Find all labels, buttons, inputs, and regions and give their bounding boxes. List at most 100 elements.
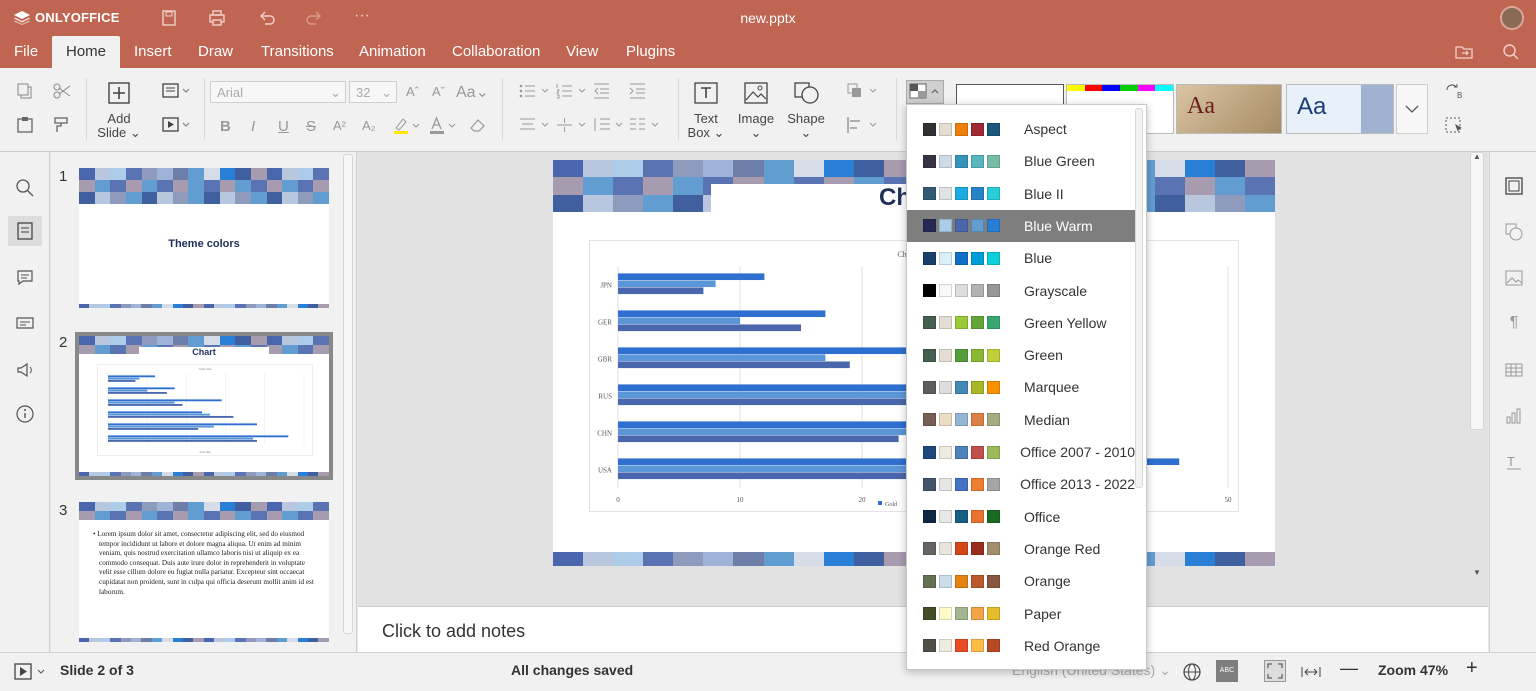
dropdown-scrollbar[interactable] (1135, 108, 1143, 488)
chat-icon[interactable] (15, 314, 35, 334)
color-scheme-item[interactable]: Office 2007 - 2010 (907, 436, 1135, 468)
shape-settings-icon[interactable] (1504, 222, 1524, 242)
globe-icon[interactable] (1182, 662, 1202, 682)
color-scheme-item[interactable]: Grayscale (907, 275, 1135, 307)
arrange-icon[interactable] (846, 82, 880, 100)
zoom-out-button[interactable]: — (1340, 658, 1358, 679)
numbering-icon[interactable] (555, 82, 589, 100)
theme-thumb-3[interactable]: Aa (1176, 84, 1282, 134)
tab-plugins[interactable]: Plugins (612, 36, 689, 68)
comments-icon[interactable] (15, 268, 35, 288)
color-scheme-item[interactable]: Blue Warm (907, 209, 1135, 242)
decrease-indent-icon[interactable] (592, 82, 612, 100)
select-all-icon[interactable] (1444, 116, 1466, 136)
font-name-combo[interactable]: Arial ⌄ (210, 81, 346, 103)
color-scheme-item[interactable]: Orange (907, 565, 1135, 597)
paste-icon[interactable] (16, 116, 34, 134)
tab-insert[interactable]: Insert (120, 36, 186, 68)
start-slideshow-icon[interactable] (14, 663, 48, 681)
feedback-icon[interactable] (15, 360, 35, 380)
color-scheme-item[interactable]: Blue (907, 242, 1135, 274)
line-spacing-icon[interactable] (592, 116, 626, 134)
paragraph-settings-icon[interactable]: ¶ (1504, 314, 1524, 334)
color-scheme-button[interactable] (906, 80, 944, 104)
open-location-icon[interactable] (1454, 43, 1474, 61)
about-icon[interactable] (15, 404, 35, 424)
highlight-color-icon[interactable] (392, 116, 422, 136)
theme-thumb-4[interactable]: Aa (1286, 84, 1394, 134)
format-painter-icon[interactable] (52, 116, 70, 134)
change-case-button[interactable]: Aa⌄ (456, 82, 489, 102)
font-color-icon[interactable] (428, 116, 458, 136)
text-box-icon[interactable] (694, 82, 718, 104)
color-scheme-item[interactable]: Green (907, 339, 1135, 371)
color-scheme-item[interactable]: Aspect (907, 113, 1135, 145)
thumbnails-scrollbar[interactable] (343, 154, 353, 634)
tab-home[interactable]: Home (52, 36, 121, 68)
vertical-align-icon[interactable] (555, 116, 589, 134)
scroll-down-arrow-icon[interactable]: ▼ (1470, 568, 1484, 582)
color-scheme-item[interactable]: Paper (907, 598, 1135, 630)
tab-animation[interactable]: Animation (345, 36, 440, 68)
replace-icon[interactable]: B (1444, 82, 1466, 100)
shape-icon[interactable] (794, 82, 820, 104)
themes-more-button[interactable] (1396, 84, 1428, 134)
tab-transitions[interactable]: Transitions (247, 36, 348, 68)
table-settings-icon[interactable] (1504, 360, 1524, 380)
tab-draw[interactable]: Draw (184, 36, 247, 68)
slide-thumb-3[interactable]: • Lorem ipsum dolor sit amet, consectetu… (79, 502, 329, 642)
color-scheme-item[interactable]: Green Yellow (907, 307, 1135, 339)
tab-file[interactable]: File (0, 36, 52, 68)
decrease-font-button[interactable]: Aˇ (432, 84, 445, 99)
color-scheme-item[interactable]: Blue II (907, 178, 1135, 210)
color-scheme-item[interactable]: Office (907, 501, 1135, 533)
align-icon[interactable] (518, 116, 552, 134)
columns-icon[interactable] (628, 116, 662, 134)
fit-width-icon[interactable] (1300, 662, 1322, 682)
slide-layout-icon[interactable] (162, 82, 192, 100)
color-scheme-item[interactable]: Orange Red (907, 533, 1135, 565)
spellcheck-icon[interactable]: ABC (1216, 660, 1238, 682)
color-scheme-item[interactable]: Office 2013 - 2022 (907, 468, 1135, 500)
color-scheme-item[interactable]: Marquee (907, 371, 1135, 403)
tab-collaboration[interactable]: Collaboration (438, 36, 554, 68)
align-shape-icon[interactable] (846, 116, 880, 134)
image-button[interactable]: Image ⌄ (734, 112, 778, 140)
search-icon[interactable] (15, 178, 35, 198)
subscript-button[interactable]: A₂ (362, 118, 376, 133)
underline-button[interactable]: U (278, 118, 289, 135)
tab-view[interactable]: View (552, 36, 612, 68)
color-scheme-item[interactable]: Red Orange (907, 630, 1135, 662)
superscript-button[interactable]: A² (333, 118, 346, 133)
increase-indent-icon[interactable] (628, 82, 648, 100)
increase-font-button[interactable]: Aˆ (406, 84, 419, 99)
clear-style-icon[interactable] (468, 116, 488, 134)
text-box-button[interactable]: Text Box ⌄ (686, 112, 726, 140)
cut-icon[interactable] (52, 82, 72, 100)
slides-icon[interactable] (8, 216, 42, 246)
italic-button[interactable]: I (251, 118, 255, 135)
add-slide-button[interactable]: Add Slide ⌄ (94, 112, 144, 140)
image-settings-icon[interactable] (1504, 268, 1524, 288)
font-size-combo[interactable]: 32 ⌄ (349, 81, 397, 103)
color-scheme-item[interactable]: Median (907, 404, 1135, 436)
copy-icon[interactable] (16, 82, 34, 100)
slide-thumb-1[interactable]: Theme colors (79, 168, 329, 308)
strikethrough-button[interactable]: S (306, 118, 316, 135)
slide-settings-icon[interactable] (1504, 176, 1524, 196)
fit-slide-icon[interactable] (1264, 660, 1286, 682)
scroll-up-arrow-icon[interactable]: ▲ (1470, 152, 1484, 166)
editor-scrollbar[interactable] (1470, 152, 1484, 430)
image-icon[interactable] (744, 82, 768, 104)
bullets-icon[interactable] (518, 82, 552, 100)
search-icon[interactable] (1502, 43, 1522, 61)
zoom-in-button[interactable]: + (1466, 657, 1478, 680)
text-art-settings-icon[interactable]: T (1504, 452, 1524, 472)
user-avatar[interactable] (1500, 6, 1524, 30)
color-scheme-item[interactable]: Blue Green (907, 145, 1135, 177)
slide-thumb-2[interactable]: Chart Chart title Axis title (75, 332, 333, 480)
shape-button[interactable]: Shape ⌄ (784, 112, 828, 140)
chart-settings-icon[interactable] (1504, 406, 1524, 426)
add-slide-icon[interactable] (108, 82, 130, 104)
bold-button[interactable]: B (220, 118, 231, 135)
